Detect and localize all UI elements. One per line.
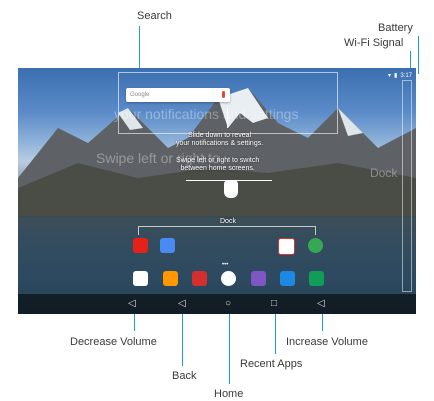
docs-app-icon[interactable] (160, 238, 175, 253)
hint-swipe-line-1: Swipe left or right to switch (176, 157, 260, 164)
play-games-app-icon[interactable] (251, 271, 266, 286)
hint-slide-line-1: Slide down to reveal (188, 132, 252, 139)
ghost-notifications-text: your notifications and settings (114, 106, 299, 122)
tablet-home-screen: ▾ ▮ 3:17 Google your notifications and s… (18, 68, 416, 314)
home-line (229, 314, 230, 384)
all-apps-button[interactable] (221, 271, 236, 286)
home-callout: Home (214, 388, 244, 400)
play-music-app-icon[interactable] (163, 271, 178, 286)
hand-gesture-icon (224, 180, 238, 198)
battery-callout-line (418, 36, 419, 74)
navigation-bar: ◁ ◁ ○ □ ◁ (18, 294, 416, 314)
chrome-app-icon[interactable] (308, 238, 323, 253)
increase-volume-callout: Increase Volume (286, 336, 368, 348)
recent-apps-callout: Recent Apps (240, 358, 303, 370)
search-callout-line (139, 26, 140, 68)
google-search-bar[interactable]: Google (126, 88, 230, 102)
hint-slide-down: Slide down to reveal your notifications … (176, 132, 263, 148)
recent-apps-line (275, 314, 276, 354)
notification-hint-frame (118, 72, 338, 134)
hangouts-app-icon[interactable] (309, 271, 324, 286)
wifi-signal-icon: ▾ (387, 73, 391, 79)
play-store-app-icon[interactable] (133, 271, 148, 286)
search-callout: Search (137, 10, 172, 22)
page-indicator: ••• (222, 262, 229, 268)
decrease-volume-callout: Decrease Volume (70, 336, 157, 348)
status-time: 3:17 (400, 72, 412, 79)
hint-swipe: Swipe left or right to switch between ho… (176, 157, 259, 173)
youtube-app-icon[interactable] (133, 238, 148, 253)
battery-icon: ▮ (394, 73, 398, 79)
hint-dock: Dock (220, 218, 236, 225)
battery-callout: Battery (378, 22, 413, 34)
back-line (182, 314, 183, 366)
back-callout: Back (172, 370, 197, 382)
dock-frame (138, 226, 316, 235)
volume-down-button[interactable]: ◁ (128, 298, 136, 310)
search-brand-label: Google (130, 92, 150, 98)
volume-up-button[interactable]: ◁ (317, 298, 325, 310)
ghost-dock-text: Dock (370, 166, 398, 180)
mic-icon[interactable] (222, 91, 225, 98)
play-books-app-icon[interactable] (280, 271, 295, 286)
increase-volume-line (322, 314, 323, 331)
decrease-volume-line (134, 314, 135, 331)
recent-apps-button[interactable]: □ (271, 298, 277, 310)
back-button[interactable]: ◁ (178, 298, 186, 310)
wifi-signal-callout: Wi-Fi Signal (344, 37, 404, 49)
swipe-down-arrow-icon (227, 108, 228, 128)
home-button[interactable]: ○ (225, 298, 231, 310)
hint-slide-line-2: your notifications & settings. (176, 140, 264, 147)
hint-swipe-line-2: between home screens. (180, 165, 255, 172)
status-side-frame (402, 80, 412, 292)
play-movies-app-icon[interactable] (192, 271, 207, 286)
status-bar: ▾ ▮ 3:17 (387, 72, 412, 80)
gmail-app-icon[interactable] (278, 238, 295, 255)
